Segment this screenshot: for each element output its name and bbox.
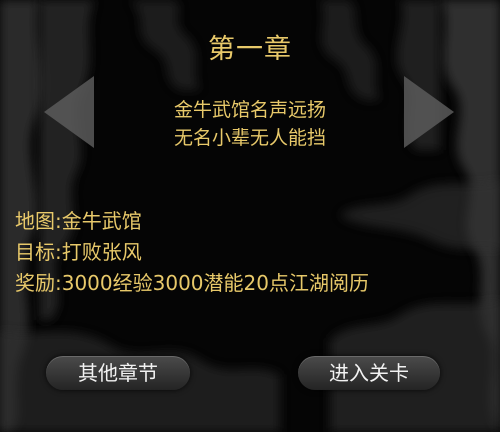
chapter-info: 地图:金牛武馆 目标:打败张风 奖励:3000经验3000潜能20点江湖阅历 bbox=[15, 206, 369, 299]
enter-level-button[interactable]: 进入关卡 bbox=[298, 356, 440, 390]
reward-label: 奖励:3000经验3000潜能20点江湖阅历 bbox=[15, 271, 369, 295]
chapter-title: 第一章 bbox=[208, 34, 292, 65]
map-label: 地图:金牛武馆 bbox=[15, 209, 142, 233]
other-chapters-button[interactable]: 其他章节 bbox=[46, 356, 190, 390]
goal-label: 目标:打败张风 bbox=[15, 240, 142, 264]
triangle-right-icon[interactable] bbox=[398, 72, 458, 152]
triangle-left-icon[interactable] bbox=[40, 72, 100, 152]
